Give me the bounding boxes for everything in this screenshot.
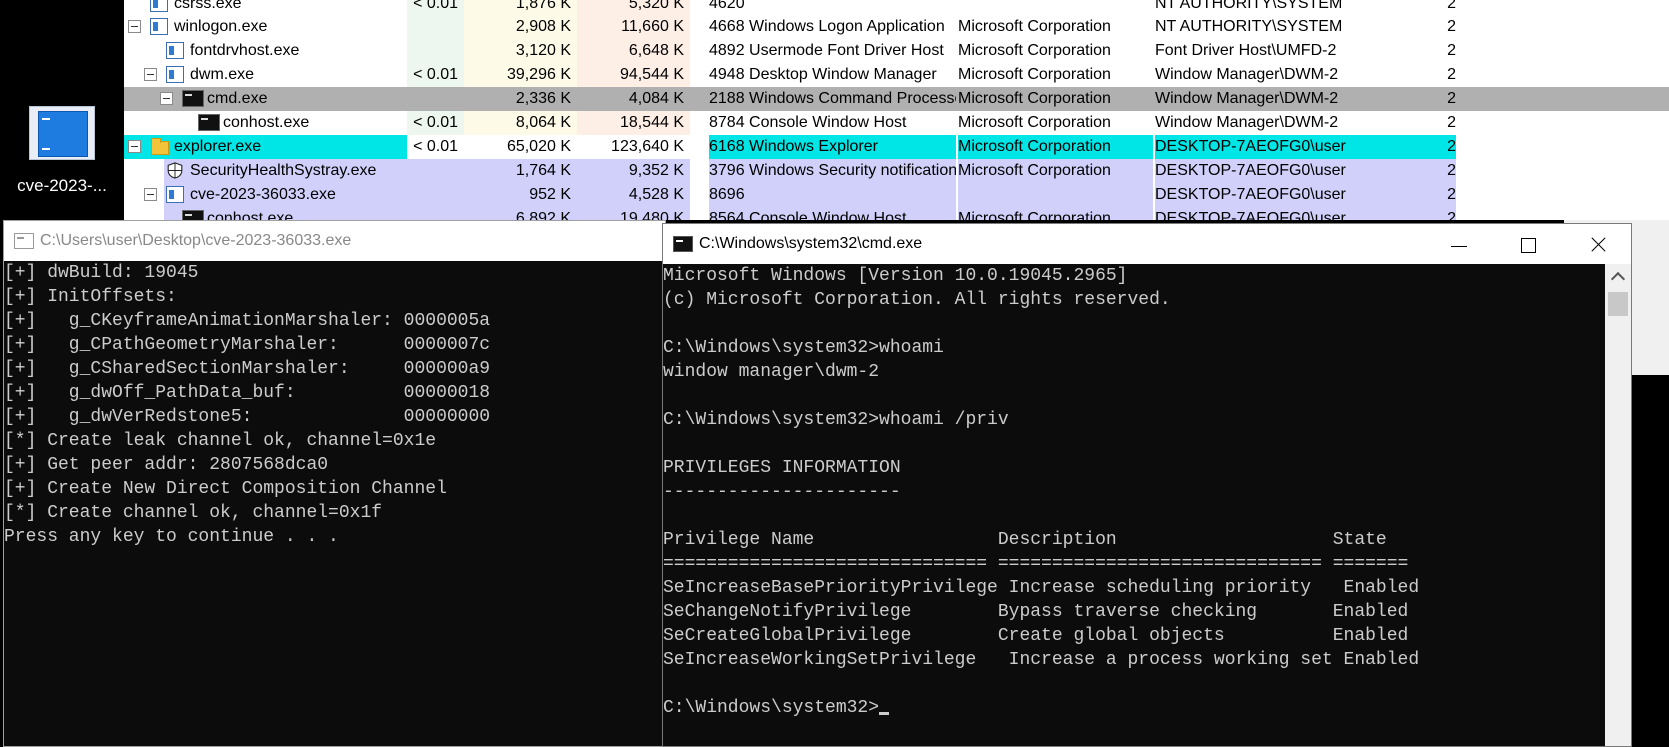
cmd-prompt-line[interactable]: C:\Windows\system32> xyxy=(663,696,1419,720)
cmd-prompt: C:\Windows\system32> xyxy=(663,698,880,718)
minimize-button[interactable] xyxy=(1423,224,1493,264)
exploit-console-window[interactable]: C:\Users\user\Desktop\cve-2023-36033.exe… xyxy=(3,220,666,747)
collapse-toggle[interactable] xyxy=(160,92,173,105)
process-row-conhost-child[interactable]: conhost.exe 6,892 K 19,480 K 8564 Consol… xyxy=(124,207,1669,220)
cmd-line: window manager\dwm-2 xyxy=(663,362,880,382)
process-row-cmd-selected[interactable]: cmd.exe 2,336 K 4,084 K 2188 Windows Com… xyxy=(124,87,1669,111)
close-button[interactable] xyxy=(1563,224,1633,264)
exploit-line: [+] g_dwOff_PathData_buf: 00000018 xyxy=(4,383,491,403)
cmd-line: Microsoft Windows [Version 10.0.19045.29… xyxy=(663,266,1128,286)
collapse-toggle[interactable] xyxy=(128,20,141,33)
text-cursor xyxy=(879,712,890,715)
cmd-line: ============================== =========… xyxy=(663,554,1409,574)
process-row-winlogon[interactable]: winlogon.exe 2,908 K 11,660 K 4668 Windo… xyxy=(124,15,1669,39)
console-icon xyxy=(182,90,204,107)
console-icon xyxy=(198,114,220,131)
exploit-line: [+] g_dwVerRedstone5: 00000000 xyxy=(4,407,491,427)
cmd-line xyxy=(663,312,1419,336)
collapse-toggle[interactable] xyxy=(144,68,157,81)
console-app-icon xyxy=(14,233,34,249)
cmd-line: C:\Windows\system32>whoami /priv xyxy=(663,410,1009,430)
folder-icon xyxy=(151,138,169,155)
exploit-line: [+] Create New Direct Composition Channe… xyxy=(4,479,447,499)
exploit-line: [+] InitOffsets: xyxy=(4,287,177,307)
exploit-line: [+] dwBuild: 19045 xyxy=(4,263,199,283)
cmd-line: Privilege Name Description State xyxy=(663,530,1387,550)
process-window-icon xyxy=(166,66,184,83)
process-explorer-list: csrss.exe < 0.01 1,876 K 5,320 K 4620 NT… xyxy=(124,0,1669,220)
process-row-conhost[interactable]: conhost.exe < 0.01 8,064 K 18,544 K 8784… xyxy=(124,111,1669,135)
collapse-toggle[interactable] xyxy=(128,140,141,153)
exploit-line: [+] g_CPathGeometryMarshaler: 0000007c xyxy=(4,335,491,355)
console-app-icon xyxy=(673,236,693,252)
exploit-console-output: [+] dwBuild: 19045 [+] InitOffsets: [+] g_… xyxy=(4,261,490,549)
cmd-line: SeIncreaseBasePriorityPrivilege Increase… xyxy=(663,578,1420,598)
console-icon xyxy=(182,210,204,220)
cmd-line xyxy=(663,384,1419,408)
exploit-line: [*] Create leak channel ok, channel=0x1e xyxy=(4,431,437,451)
process-row-cve-2023-36033[interactable]: cve-2023-36033.exe 952 K 4,528 K 8696 DE… xyxy=(124,183,1669,207)
exploit-window-title: C:\Users\user\Desktop\cve-2023-36033.exe xyxy=(40,232,352,249)
cmd-line: (c) Microsoft Corporation. All rights re… xyxy=(663,290,1171,310)
cmd-console-output: Microsoft Windows [Version 10.0.19045.29… xyxy=(663,264,1419,720)
cmd-line xyxy=(663,672,1419,696)
process-window-icon xyxy=(150,18,168,35)
process-row-fontdrvhost[interactable]: fontdrvhost.exe 3,120 K 6,648 K 4892 Use… xyxy=(124,39,1669,63)
desktop-shortcut-cve-2023[interactable]: cve-2023-... xyxy=(0,106,124,196)
executable-file-icon xyxy=(29,106,95,160)
maximize-button[interactable] xyxy=(1493,224,1563,264)
exploit-line: [+] Get peer addr: 2807568dca0 xyxy=(4,455,329,475)
cmd-window[interactable]: C:\Windows\system32\cmd.exe Microsoft Wi… xyxy=(662,223,1632,747)
process-window-icon xyxy=(150,0,168,12)
exploit-line: [+] g_CSharedSectionMarshaler: 000000a9 xyxy=(4,359,491,379)
process-row-explorer[interactable]: explorer.exe < 0.01 65,020 K 123,640 K 6… xyxy=(124,135,1669,159)
scroll-up-arrow-icon[interactable] xyxy=(1605,264,1631,290)
process-row-csrss[interactable]: csrss.exe < 0.01 1,876 K 5,320 K 4620 NT… xyxy=(124,0,1669,16)
process-window-icon xyxy=(166,186,184,203)
cmd-line xyxy=(663,504,1419,528)
cmd-line: SeIncreaseWorkingSetPrivilege Increase a… xyxy=(663,650,1420,670)
exploit-line: [*] Create channel ok, channel=0x1f xyxy=(4,503,383,523)
collapse-toggle[interactable] xyxy=(144,188,157,201)
scrollbar-thumb[interactable] xyxy=(1608,292,1628,316)
exploit-line: Press any key to continue . . . xyxy=(4,527,339,547)
cmd-line xyxy=(663,432,1419,456)
desktop-shortcut-label: cve-2023-... xyxy=(17,176,107,195)
cmd-line: PRIVILEGES INFORMATION xyxy=(663,458,901,478)
cmd-line: ---------------------- xyxy=(663,482,901,502)
process-row-securityhealthsystray[interactable]: SecurityHealthSystray.exe 1,764 K 9,352 … xyxy=(124,159,1669,183)
cmd-window-title: C:\Windows\system32\cmd.exe xyxy=(699,235,923,252)
process-row-dwm[interactable]: dwm.exe < 0.01 39,296 K 94,544 K 4948 De… xyxy=(124,63,1669,87)
cmd-window-titlebar[interactable]: C:\Windows\system32\cmd.exe xyxy=(663,224,1631,264)
process-window-icon xyxy=(166,42,184,59)
vertical-scrollbar[interactable] xyxy=(1605,264,1631,746)
cmd-line: SeChangeNotifyPrivilege Bypass traverse … xyxy=(663,602,1409,622)
exploit-window-titlebar[interactable]: C:\Users\user\Desktop\cve-2023-36033.exe xyxy=(4,221,665,261)
cmd-line: C:\Windows\system32>whoami xyxy=(663,338,944,358)
shield-icon xyxy=(167,162,183,179)
exploit-line: [+] g_CKeyframeAnimationMarshaler: 00000… xyxy=(4,311,491,331)
cmd-line: SeCreateGlobalPrivilege Create global ob… xyxy=(663,626,1409,646)
